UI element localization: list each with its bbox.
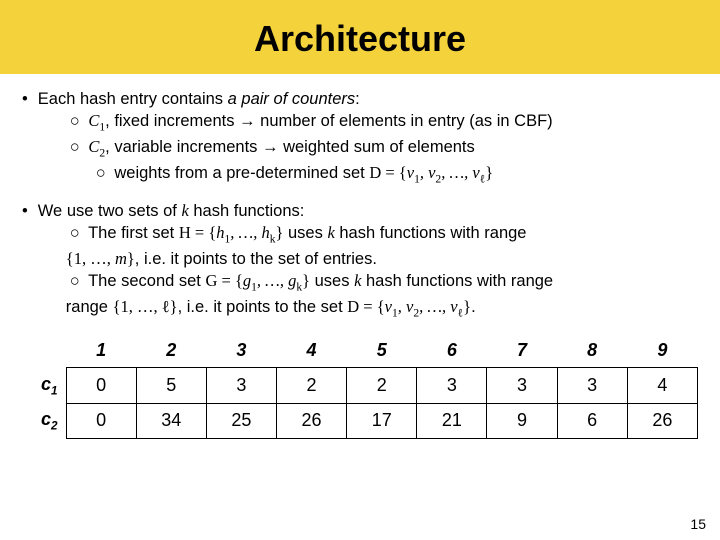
table-corner [22, 334, 66, 368]
k-var: k [181, 201, 188, 220]
col-header: 1 [66, 334, 136, 368]
text: , i.e. it points to the set [178, 298, 348, 316]
col-header: 9 [627, 334, 697, 368]
col-header: 5 [347, 334, 417, 368]
cell: 21 [417, 403, 487, 439]
text: range [66, 298, 113, 316]
cell: 6 [557, 403, 627, 439]
text: uses [283, 224, 327, 242]
text: hash functions: [189, 202, 305, 220]
cell: 25 [206, 403, 276, 439]
text: hash functions with range [335, 224, 527, 242]
circle-bullet-icon: ○ [66, 270, 84, 292]
circle-bullet-icon: ○ [66, 136, 84, 158]
counter-table: 1 2 3 4 5 6 7 8 9 c1 0 5 3 2 2 3 3 3 [22, 334, 698, 439]
bullet-dot-icon: • [22, 88, 28, 188]
page-number: 15 [690, 516, 706, 532]
col-header: 4 [276, 334, 346, 368]
row-label-c1: c1 [22, 368, 66, 404]
cell: 3 [487, 368, 557, 404]
col-header: 7 [487, 334, 557, 368]
bullet-dot-icon: • [22, 200, 28, 322]
c1-symbol: C1 [88, 111, 105, 130]
h-set: H = {h1, …, hk} [179, 223, 284, 242]
title-band: Architecture [0, 0, 720, 74]
cell: 34 [136, 403, 206, 439]
page-title: Architecture [0, 18, 720, 60]
cell: 9 [487, 403, 557, 439]
range-1l: {1, …, ℓ} [113, 297, 178, 316]
circle-bullet-icon: ○ [66, 110, 84, 132]
cell: 3 [557, 368, 627, 404]
col-header: 2 [136, 334, 206, 368]
cell: 17 [347, 403, 417, 439]
c2-symbol: C2 [88, 137, 105, 156]
text: : [355, 90, 360, 108]
cell: 26 [627, 403, 697, 439]
k-var: k [327, 223, 334, 242]
text: hash functions with range [361, 272, 553, 290]
slide-content: • Each hash entry contains a pair of cou… [0, 74, 720, 322]
text: , fixed increments → number of elements … [105, 112, 553, 130]
circle-bullet-icon: ○ [92, 162, 110, 184]
text: . [471, 298, 476, 316]
cell: 0 [66, 368, 136, 404]
row-label-c2: c2 [22, 403, 66, 439]
d-set-2: D = {v1, v2, …, vℓ} [347, 297, 471, 316]
bullet-counters: • Each hash entry contains a pair of cou… [22, 88, 698, 188]
text: , variable increments → weighted sum of … [105, 138, 475, 156]
cell: 0 [66, 403, 136, 439]
d-set: D = {v1, v2, …, vℓ} [369, 163, 493, 182]
col-header: 6 [417, 334, 487, 368]
g-set: G = {g1, …, gk} [205, 271, 310, 290]
cell: 26 [276, 403, 346, 439]
text: weights from a pre-determined set [114, 164, 369, 182]
table-header-row: 1 2 3 4 5 6 7 8 9 [22, 334, 698, 368]
cell: 4 [627, 368, 697, 404]
col-header: 3 [206, 334, 276, 368]
bullet-hashfns: • We use two sets of k hash functions: ○… [22, 200, 698, 322]
cell: 2 [276, 368, 346, 404]
cell: 5 [136, 368, 206, 404]
table-row: c1 0 5 3 2 2 3 3 3 4 [22, 368, 698, 404]
text: uses [310, 272, 354, 290]
text: The first set [88, 224, 179, 242]
cell: 3 [206, 368, 276, 404]
circle-bullet-icon: ○ [66, 222, 84, 244]
text: We use two sets of [38, 202, 182, 220]
italic-text: a pair of counters [228, 90, 356, 108]
text: The second set [88, 272, 205, 290]
col-header: 8 [557, 334, 627, 368]
range-1m: {1, …, m} [66, 249, 135, 268]
table-row: c2 0 34 25 26 17 21 9 6 26 [22, 403, 698, 439]
text: Each hash entry contains [38, 90, 223, 108]
cell: 3 [417, 368, 487, 404]
text: , i.e. it points to the set of entries. [135, 250, 377, 268]
cell: 2 [347, 368, 417, 404]
